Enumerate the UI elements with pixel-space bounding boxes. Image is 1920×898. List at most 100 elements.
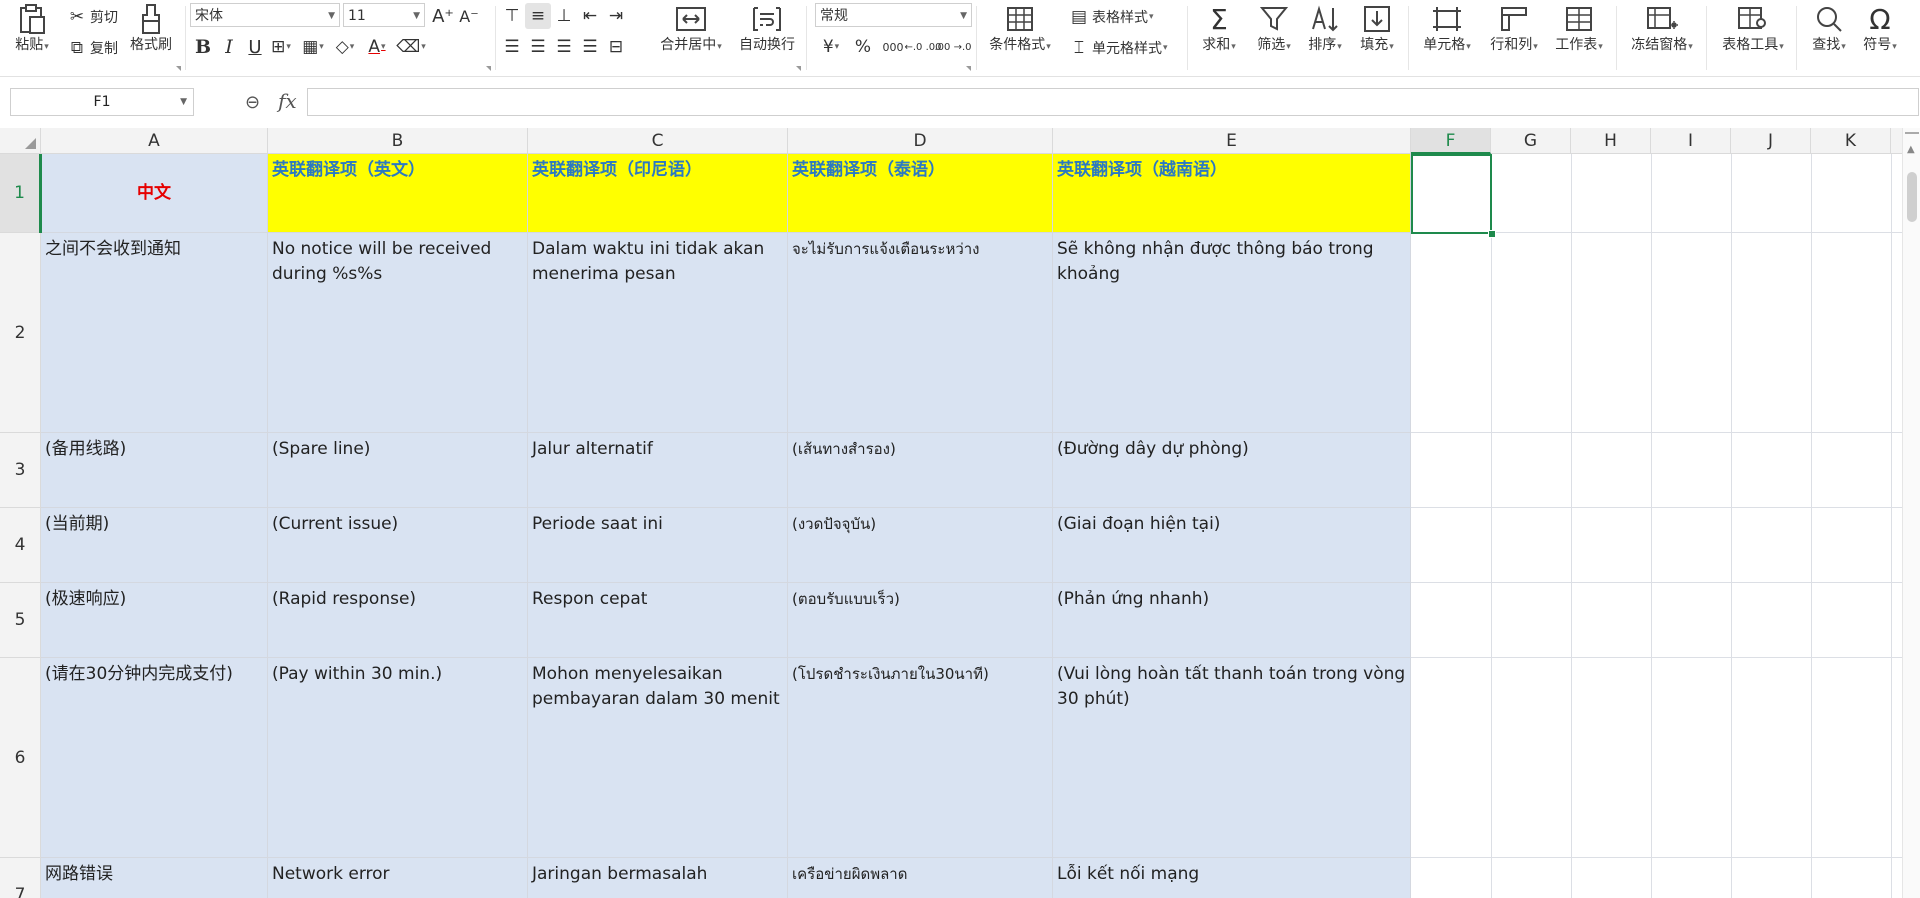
- cell-button[interactable]: 单元格▾: [1417, 2, 1477, 56]
- cell-b6[interactable]: (Pay within 30 min.): [268, 658, 528, 858]
- cell-d5[interactable]: (ตอบรับแบบเร็ว): [788, 583, 1053, 658]
- sort-button[interactable]: 排序▾: [1302, 2, 1348, 56]
- cell-a2[interactable]: 之间不会收到通知: [41, 233, 268, 433]
- column-header-a[interactable]: A: [41, 128, 268, 154]
- cell-a7[interactable]: 网路错误: [41, 858, 268, 898]
- row-header-2[interactable]: 2: [0, 233, 41, 433]
- cell-d1[interactable]: 英联翻译项（泰语）: [788, 154, 1053, 233]
- row-header-6[interactable]: 6: [0, 658, 41, 858]
- outdent-icon[interactable]: ⇤: [577, 3, 603, 29]
- worksheet-button[interactable]: 工作表▾: [1548, 2, 1610, 56]
- align-middle-icon[interactable]: ≡: [525, 3, 551, 29]
- row-col-button[interactable]: 行和列▾: [1484, 2, 1544, 56]
- cell-b3[interactable]: (Spare line): [268, 433, 528, 508]
- freeze-panes-button[interactable]: 冻结窗格▾: [1626, 2, 1698, 56]
- cell-c5[interactable]: Respon cepat: [528, 583, 788, 658]
- row-header-1[interactable]: 1: [0, 154, 41, 233]
- justify-icon[interactable]: ☰: [577, 34, 603, 60]
- row-header-3[interactable]: 3: [0, 433, 41, 508]
- eraser-icon[interactable]: ⌫ ▾: [396, 34, 426, 60]
- merge-center-button[interactable]: 合并居中▾: [656, 2, 726, 56]
- increase-font-icon[interactable]: A⁺: [430, 3, 456, 29]
- cell-e2[interactable]: Sẽ không nhận được thông báo trong khoản…: [1053, 233, 1411, 433]
- formula-input[interactable]: [307, 88, 1919, 116]
- column-header-i[interactable]: I: [1651, 128, 1731, 154]
- cell-a1[interactable]: 中文: [41, 154, 268, 233]
- align-right-icon[interactable]: ☰: [551, 34, 577, 60]
- copy-button[interactable]: ⧉ 复制: [64, 35, 118, 61]
- alignment-expand-icon[interactable]: [796, 66, 801, 71]
- function-icon[interactable]: fx: [278, 89, 297, 113]
- column-header-d[interactable]: D: [788, 128, 1053, 154]
- distributed-icon[interactable]: ⊟: [603, 34, 629, 60]
- zoom-icon[interactable]: ⊖: [245, 92, 260, 113]
- find-button[interactable]: 查找▾: [1806, 2, 1852, 56]
- percent-icon[interactable]: %: [850, 34, 876, 60]
- cell-d4[interactable]: (งวดปัจจุบัน): [788, 508, 1053, 583]
- cell-style-button[interactable]: ⌶ 单元格样式 ▾: [1066, 35, 1168, 61]
- cell-c2[interactable]: Dalam waktu ini tidak akan menerima pesa…: [528, 233, 788, 433]
- row-header-4[interactable]: 4: [0, 508, 41, 583]
- cell-d6[interactable]: (โปรดชำระเงินภายใน30นาที): [788, 658, 1053, 858]
- fill-handle[interactable]: [1488, 230, 1496, 238]
- italic-icon[interactable]: I: [216, 34, 242, 60]
- font-color-icon[interactable]: A ▾: [364, 34, 390, 60]
- scroll-up-icon[interactable]: ▲: [1907, 144, 1915, 155]
- number-format-select[interactable]: 常规 ▼: [815, 3, 972, 27]
- cell-a3[interactable]: (备用线路): [41, 433, 268, 508]
- align-bottom-icon[interactable]: ⊥: [551, 3, 577, 29]
- cell-e4[interactable]: (Giai đoạn hiện tại): [1053, 508, 1411, 583]
- cell-d3[interactable]: (เส้นทางสำรอง): [788, 433, 1053, 508]
- cell-d2[interactable]: จะไม่รับการแจ้งเตือนระหว่าง: [788, 233, 1053, 433]
- border-icon[interactable]: ⊞ ▾: [268, 34, 294, 60]
- cell-e5[interactable]: (Phản ứng nhanh): [1053, 583, 1411, 658]
- cell-e7[interactable]: Lỗi kết nối mạng: [1053, 858, 1411, 898]
- table-tools-button[interactable]: 表格工具▾: [1716, 2, 1790, 56]
- bold-icon[interactable]: B: [190, 34, 216, 60]
- cell-b2[interactable]: No notice will be received during %s%s: [268, 233, 528, 433]
- column-header-k[interactable]: K: [1811, 128, 1891, 154]
- conditional-format-button[interactable]: 条件格式▾: [985, 2, 1055, 56]
- cell-c1[interactable]: 英联翻译项（印尼语）: [528, 154, 788, 233]
- paste-button[interactable]: 粘贴▾: [12, 2, 52, 56]
- currency-icon[interactable]: ¥ ▾: [818, 34, 844, 60]
- align-left-icon[interactable]: ☰: [499, 34, 525, 60]
- name-box[interactable]: F1 ▼: [10, 88, 194, 116]
- filter-button[interactable]: 筛选▾: [1250, 2, 1298, 56]
- cell-a6[interactable]: (请在30分钟内完成支付): [41, 658, 268, 858]
- cell-b1[interactable]: 英联翻译项（英文）: [268, 154, 528, 233]
- cell-a5[interactable]: (极速响应): [41, 583, 268, 658]
- indent-icon[interactable]: ⇥: [603, 3, 629, 29]
- column-header-h[interactable]: H: [1571, 128, 1651, 154]
- fill-color-icon[interactable]: ◇ ▾: [332, 34, 358, 60]
- scroll-thumb[interactable]: [1907, 172, 1917, 222]
- column-header-e[interactable]: E: [1053, 128, 1411, 154]
- thousands-icon[interactable]: 000: [880, 34, 906, 60]
- cut-button[interactable]: ✂ 剪切: [64, 4, 118, 30]
- increase-decimal-icon[interactable]: ←.0 .00: [905, 34, 942, 60]
- cell-d7[interactable]: เครือข่ายผิดพลาด: [788, 858, 1053, 898]
- font-size-select[interactable]: 11 ▼: [343, 3, 425, 27]
- cell-e1[interactable]: 英联翻译项（越南语）: [1053, 154, 1411, 233]
- cell-c7[interactable]: Jaringan bermasalah: [528, 858, 788, 898]
- column-header-c[interactable]: C: [528, 128, 788, 154]
- cell-b7[interactable]: Network error: [268, 858, 528, 898]
- symbol-button[interactable]: Ω 符号▾: [1858, 2, 1902, 56]
- column-header-b[interactable]: B: [268, 128, 528, 154]
- row-header-5[interactable]: 5: [0, 583, 41, 658]
- cell-e3[interactable]: (Đường dây dự phòng): [1053, 433, 1411, 508]
- cell-b5[interactable]: (Rapid response): [268, 583, 528, 658]
- clipboard-expand-icon[interactable]: [176, 66, 181, 71]
- cell-e6[interactable]: (Vui lòng hoàn tất thanh toán trong vòng…: [1053, 658, 1411, 858]
- column-header-f[interactable]: F: [1411, 128, 1491, 154]
- cell-c4[interactable]: Periode saat ini: [528, 508, 788, 583]
- cell-c6[interactable]: Mohon menyelesaikan pembayaran dalam 30 …: [528, 658, 788, 858]
- column-header-j[interactable]: J: [1731, 128, 1811, 154]
- format-painter-button[interactable]: 格式刷: [126, 2, 176, 54]
- align-top-icon[interactable]: ⊤: [499, 3, 525, 29]
- split-handle[interactable]: [1905, 132, 1919, 134]
- cell-b4[interactable]: (Current issue): [268, 508, 528, 583]
- font-expand-icon[interactable]: [486, 66, 491, 71]
- cell-c3[interactable]: Jalur alternatif: [528, 433, 788, 508]
- decrease-decimal-icon[interactable]: .00 →.0: [935, 34, 972, 60]
